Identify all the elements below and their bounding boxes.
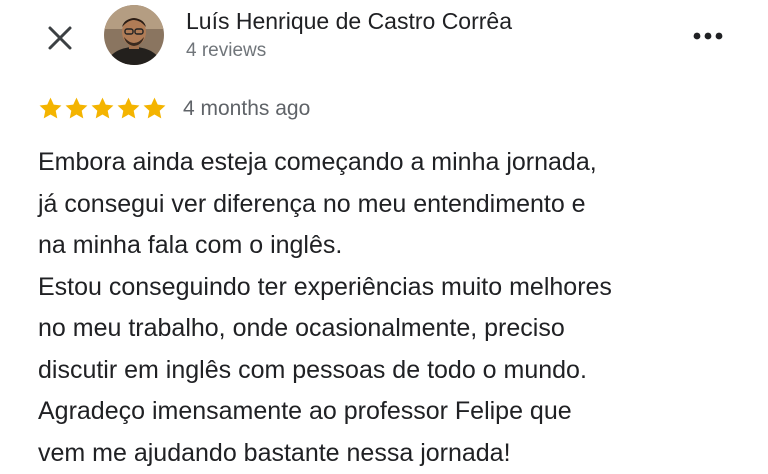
more-horizontal-icon <box>693 32 723 40</box>
rating-row: 4 months ago <box>38 96 310 121</box>
star-rating <box>38 96 167 121</box>
star-icon <box>39 97 62 119</box>
review-line: vem me ajudando bastante nessa jornada! <box>38 438 511 467</box>
review-line: já consegui ver diferença no meu entendi… <box>38 189 586 218</box>
review-line: Embora ainda esteja começando a minha jo… <box>38 148 597 176</box>
review-line: Agradeço imensamente ao professor Felipe… <box>38 397 572 425</box>
star-icon <box>91 97 114 119</box>
avatar[interactable] <box>104 5 164 65</box>
review-text: Embora ainda esteja começando a minha jo… <box>38 142 758 474</box>
review-date: 4 months ago <box>183 96 311 120</box>
review-count: 4 reviews <box>186 40 267 61</box>
review-line: discutir em inglês com pessoas de todo o… <box>38 355 587 384</box>
close-icon <box>48 26 72 50</box>
star-icon <box>65 97 88 119</box>
review-line: Estou conseguindo ter experiências muito… <box>38 272 612 301</box>
review-line: no meu trabalho, onde ocasionalmente, pr… <box>38 314 565 342</box>
reviewer-name[interactable]: Luís Henrique de Castro Corrêa <box>186 8 512 35</box>
close-button[interactable] <box>40 18 80 58</box>
star-icon <box>117 97 140 119</box>
star-icon <box>143 97 166 119</box>
more-options-button[interactable] <box>688 18 728 54</box>
review-line: na minha fala com o inglês. <box>38 231 343 259</box>
avatar-image <box>104 5 164 65</box>
